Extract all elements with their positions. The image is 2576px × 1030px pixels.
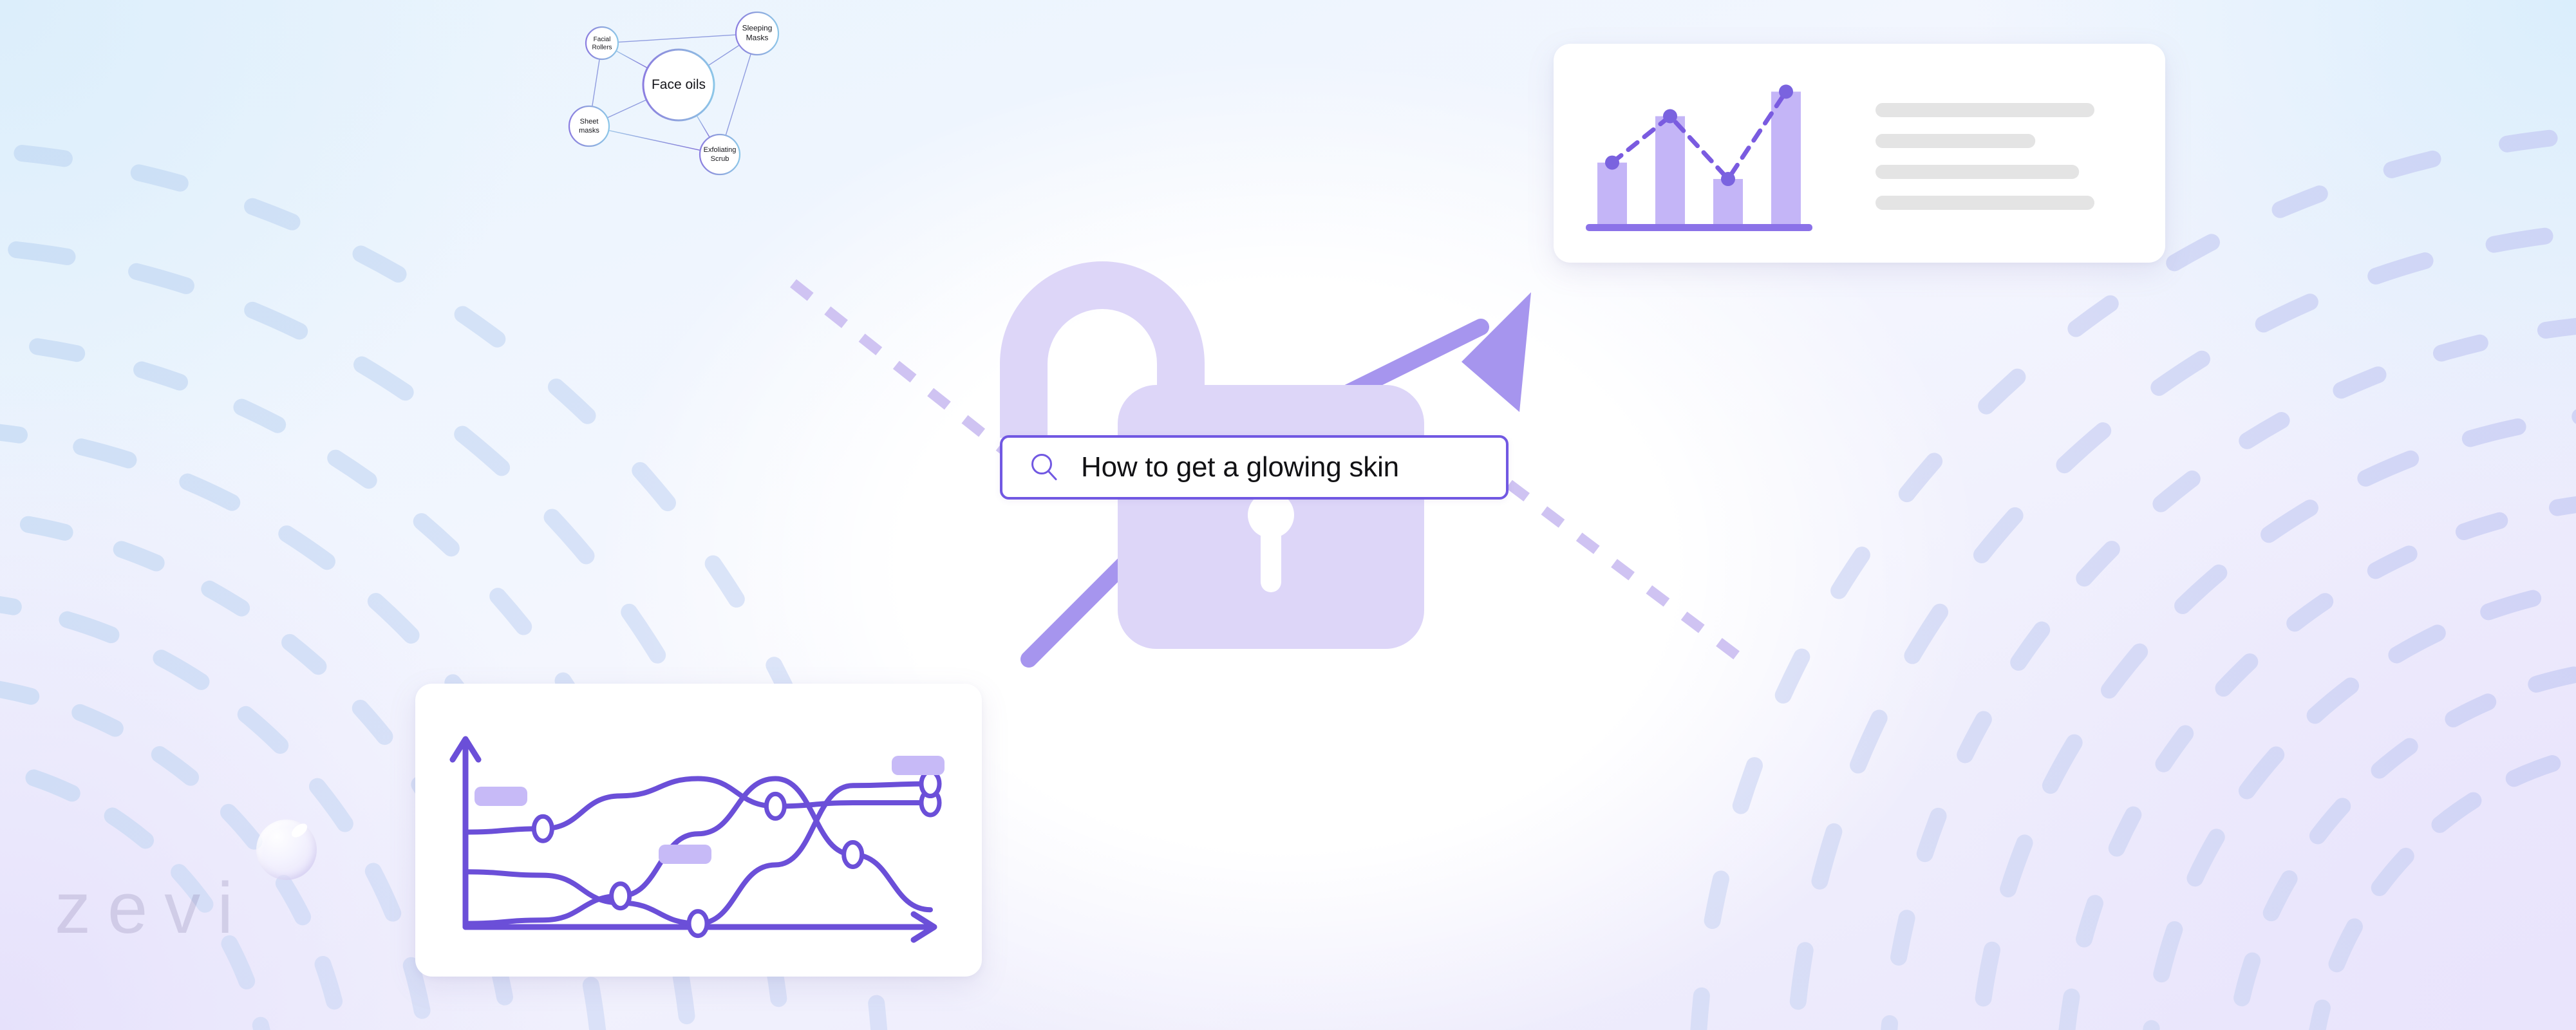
node-label: Face oils — [652, 77, 706, 92]
bar-4 — [1771, 91, 1801, 224]
data-point-4 — [1779, 84, 1793, 99]
node-label: Sheet masks — [579, 118, 599, 135]
line-marker — [686, 909, 710, 939]
line-marker — [841, 839, 865, 869]
pill-label-1 — [475, 787, 527, 806]
bar-chart — [1586, 84, 1812, 231]
node-label: Sleeping Masks — [742, 24, 773, 42]
graph-edge — [617, 34, 737, 43]
line-chart-pill-labels — [475, 756, 945, 864]
bar-1 — [1597, 162, 1627, 224]
skeleton-line — [1876, 103, 2094, 117]
graph-edge — [608, 129, 700, 151]
graph-edge — [616, 50, 648, 69]
skeleton-line — [1876, 134, 2036, 148]
bar-2 — [1655, 116, 1685, 224]
node-label: Facial Rollers — [592, 35, 612, 51]
graph-node-face-oils[interactable]: Face oils — [642, 48, 715, 122]
chart-axes — [449, 736, 937, 943]
line-marker — [609, 881, 632, 911]
trend-overlay-line — [1610, 89, 1789, 183]
pill-label-3 — [892, 756, 945, 775]
search-bar[interactable]: How to get a glowing skin — [1000, 435, 1509, 500]
graph-edge — [592, 59, 600, 107]
graph-edge — [725, 53, 751, 136]
graph-edge — [708, 44, 740, 66]
graph-edge — [696, 115, 710, 138]
graph-node-facial-rollers[interactable]: Facial Rollers — [585, 26, 619, 61]
line-marker — [764, 791, 787, 821]
data-point-2 — [1663, 109, 1677, 124]
skeleton-line — [1876, 196, 2094, 210]
search-input-value[interactable]: How to get a glowing skin — [1081, 451, 1399, 483]
chart-baseline — [1586, 224, 1812, 231]
data-point-3 — [1721, 172, 1735, 187]
skeleton-text-lines — [1876, 103, 2094, 210]
graph-node-sleeping-masks[interactable]: Sleeping Masks — [735, 11, 780, 56]
graph-edge — [606, 99, 647, 118]
trend-line-chart-card — [415, 684, 982, 977]
graph-node-sheet-masks[interactable]: Sheet masks — [568, 105, 610, 147]
line-marker — [919, 769, 942, 799]
graph-node-exfoliating-scrub[interactable]: Exfoliating Scrub — [699, 133, 741, 176]
skeleton-line — [1876, 165, 2080, 179]
graph-left-face-oils: Face oils Sleeping Masks Facial Rollers Sheet… — [399, 0, 1017, 451]
search-icon — [1031, 454, 1057, 480]
data-point-1 — [1605, 155, 1619, 170]
pill-label-2 — [659, 845, 711, 864]
line-marker — [531, 814, 554, 843]
hero-illustration: zevi Face oils Sleeping Masks Facial Rol… — [0, 0, 2576, 1030]
analytics-bar-chart-card — [1554, 44, 2165, 263]
